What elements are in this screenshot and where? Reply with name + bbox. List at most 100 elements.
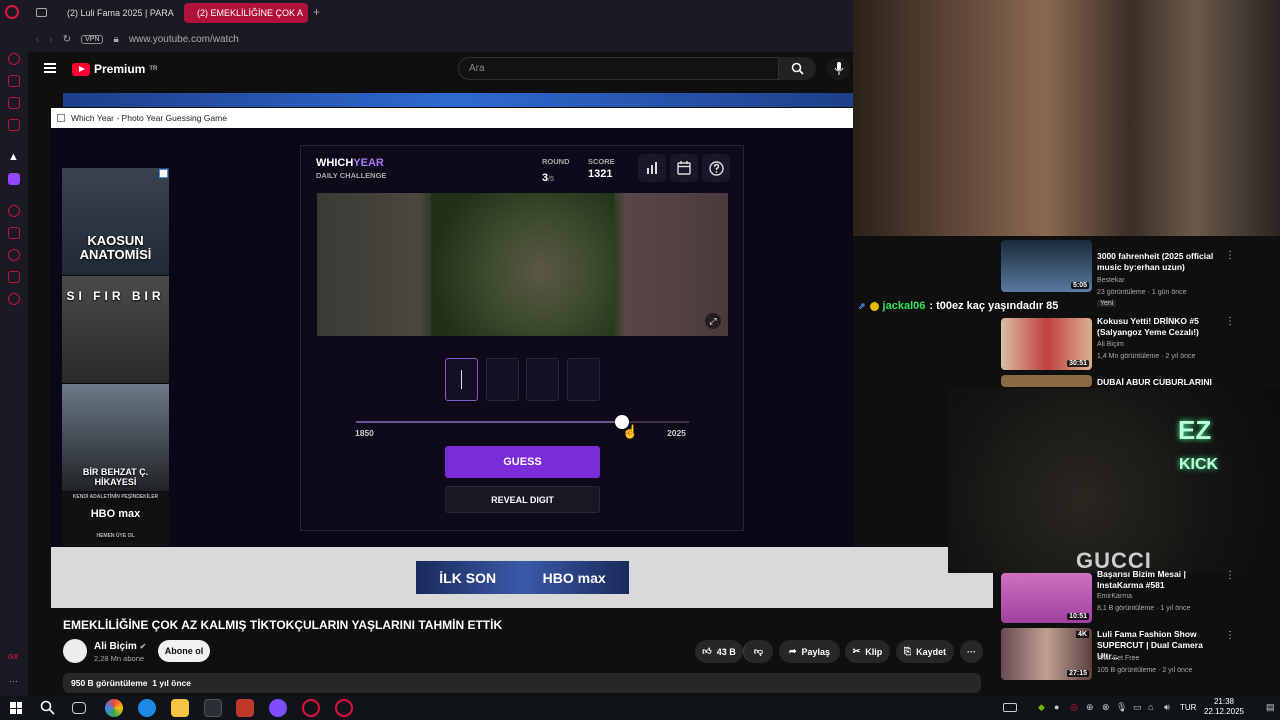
channel-avatar[interactable] (63, 639, 87, 663)
network-tray-icon[interactable]: ⌂ (1148, 702, 1153, 712)
system-clock[interactable]: 21:38 22.12.2025 (1202, 697, 1246, 718)
keyboard-tray-icon[interactable] (1003, 703, 1017, 712)
adchoices-icon[interactable] (159, 169, 168, 178)
ad-poster-kaosun[interactable]: KAOSUN ANATOMİSİ (62, 168, 169, 275)
clip-button[interactable]: ✂ Klip (845, 640, 890, 663)
notifications-icon[interactable]: ▤ (1266, 702, 1275, 713)
file-explorer-icon[interactable] (171, 699, 189, 717)
rec-channel-4[interactable]: EmirKarma (1097, 593, 1132, 600)
search-taskbar-icon[interactable] (40, 700, 55, 715)
verified-icon: ✔︎ (139, 642, 147, 651)
more-icon[interactable]: ··· (9, 676, 18, 686)
rec-thumbnail-2[interactable]: 30:51 (1001, 318, 1092, 370)
search-input[interactable]: Ara (458, 57, 779, 80)
video-app-icon[interactable] (236, 699, 254, 717)
digit-box-2[interactable] (486, 358, 519, 401)
dislike-button[interactable]: 👎︎ (743, 640, 773, 663)
vpn-badge[interactable]: VPN (81, 34, 104, 44)
banner-ad[interactable]: İLK SON HBO max (416, 561, 629, 594)
browser-sidebar: ▲ GX ··· (0, 26, 28, 696)
task-view-icon[interactable] (72, 702, 86, 714)
opera-tray-icon[interactable]: ◎ (1070, 702, 1078, 713)
guess-button[interactable]: GUESS (445, 446, 600, 478)
stats-button[interactable] (638, 154, 666, 182)
share-button[interactable]: ➦ Paylaş (779, 640, 840, 663)
mic-tray-icon[interactable]: 🎙︎ (1116, 702, 1127, 713)
rec-channel-2[interactable]: Ali Biçim (1097, 341, 1124, 348)
discord-tray-icon[interactable]: ● (1054, 702, 1059, 712)
voice-search-button[interactable] (827, 57, 850, 80)
subscribe-button[interactable]: Abone ol (158, 640, 210, 662)
ad-poster-behzat[interactable]: BİR BEHZAT Ç. HİKAYESİ (62, 384, 169, 491)
aria-icon[interactable]: ▲ (8, 151, 19, 163)
rec-title-2[interactable]: Kokusu Yetti! DRİNKO #5 (Salyangoz Yeme … (1097, 316, 1217, 338)
volume-tray-icon[interactable]: 🔊︎ (1164, 702, 1170, 713)
tab-manager-icon[interactable] (36, 8, 47, 17)
opera-logo-icon[interactable] (5, 5, 19, 19)
rec-thumbnail-5[interactable]: 4K 27:15 (1001, 628, 1092, 680)
expand-icon[interactable]: ⤢ (705, 313, 721, 329)
search-button[interactable] (779, 57, 816, 80)
settings-icon[interactable] (8, 293, 20, 305)
display-tray-icon[interactable]: ▭ (1133, 702, 1142, 713)
digit-box-4[interactable] (567, 358, 600, 401)
round-value: 3/5 (542, 168, 554, 186)
twitch-icon[interactable] (8, 173, 20, 185)
player-icon[interactable] (8, 119, 20, 131)
ad-poster-sifirbir[interactable]: SI FIR BIR (62, 276, 169, 383)
bookmarks-icon[interactable] (8, 227, 20, 239)
back-icon[interactable]: ‹ (36, 34, 39, 45)
forward-icon[interactable]: › (49, 34, 52, 45)
digit-box-3[interactable] (526, 358, 559, 401)
speed-dial-icon[interactable] (8, 53, 20, 65)
nvidia-tray-icon[interactable]: ◆ (1038, 702, 1045, 713)
url-field[interactable]: www.youtube.com/watch (129, 34, 239, 45)
rec-thumbnail-3[interactable] (1001, 375, 1092, 387)
description-box[interactable]: 950 B görüntüleme 1 yıl önce (63, 673, 981, 693)
copilot-icon[interactable] (105, 699, 123, 717)
ad-poster-hbomax[interactable]: KENDİ ADALETİNİN PEŞİNDEKİLER HBO max HE… (62, 492, 169, 546)
steam-tray-icon[interactable]: ⊕ (1086, 702, 1094, 713)
windows-start-icon[interactable] (10, 702, 22, 714)
gx-icon[interactable]: GX (8, 654, 18, 661)
rec-menu-icon[interactable]: ⋮ (1225, 250, 1235, 261)
help-button[interactable] (702, 154, 730, 182)
lock-icon: 🔒︎ (113, 33, 119, 45)
rec-thumbnail-1[interactable]: 5:05 (1001, 240, 1092, 292)
bag-icon[interactable] (8, 75, 20, 87)
rec-channel-1[interactable]: Bestekar (1097, 277, 1125, 284)
channel-name[interactable]: Ali Biçim ✔︎ (94, 641, 146, 652)
rec-channel-5[interactable]: Wild Set Free (1097, 655, 1139, 662)
logo-text: Premium (94, 62, 146, 76)
rec-thumbnail-4[interactable]: 10:51 (1001, 573, 1092, 623)
messenger-icon[interactable] (8, 97, 20, 109)
edge-icon[interactable] (138, 699, 156, 717)
tab-emekliligine[interactable]: (2) EMEKLİLİĞİNE ÇOK A (184, 3, 308, 23)
reload-icon[interactable]: ↻ (63, 34, 71, 45)
rec-menu-icon[interactable]: ⋮ (1225, 630, 1235, 641)
obs-icon[interactable] (204, 699, 222, 717)
discord-icon[interactable] (269, 699, 287, 717)
app-tray-icon[interactable]: ⊗ (1102, 702, 1110, 713)
rec-title-1[interactable]: 3000 fahrenheit (2025 official music by:… (1097, 251, 1217, 273)
youtube-logo[interactable]: Premium TR (72, 62, 157, 76)
rec-title-4[interactable]: Başarısı Bizim Mesai | InstaKarma #581 (1097, 569, 1217, 591)
language-indicator[interactable]: TUR (1180, 703, 1196, 712)
rec-menu-icon[interactable]: ⋮ (1225, 316, 1235, 327)
opera-icon[interactable] (302, 699, 320, 717)
history-icon[interactable] (8, 205, 20, 217)
more-actions-button[interactable]: ··· (960, 640, 983, 663)
reveal-digit-button[interactable]: REVEAL DIGIT (445, 486, 600, 513)
tab-luli-fama[interactable]: (2) Luli Fama 2025 | PARA (54, 3, 174, 23)
save-button[interactable]: ⎘ Kaydet (896, 640, 954, 663)
opera-gx-icon[interactable] (335, 699, 353, 717)
like-button[interactable]: 👍︎ 43 B (695, 640, 743, 663)
extensions-icon[interactable] (8, 271, 20, 283)
menu-icon[interactable] (44, 63, 56, 73)
chat-text: : t00ez kaç yaşındadır 85 (929, 300, 1059, 312)
rec-menu-icon[interactable]: ⋮ (1225, 570, 1235, 581)
clock-icon[interactable] (8, 249, 20, 261)
new-tab-button[interactable]: + (313, 5, 320, 19)
calendar-button[interactable] (670, 154, 698, 182)
rec-title-3[interactable]: DUBAİ ABUR CUBURLARINI (1097, 377, 1217, 388)
